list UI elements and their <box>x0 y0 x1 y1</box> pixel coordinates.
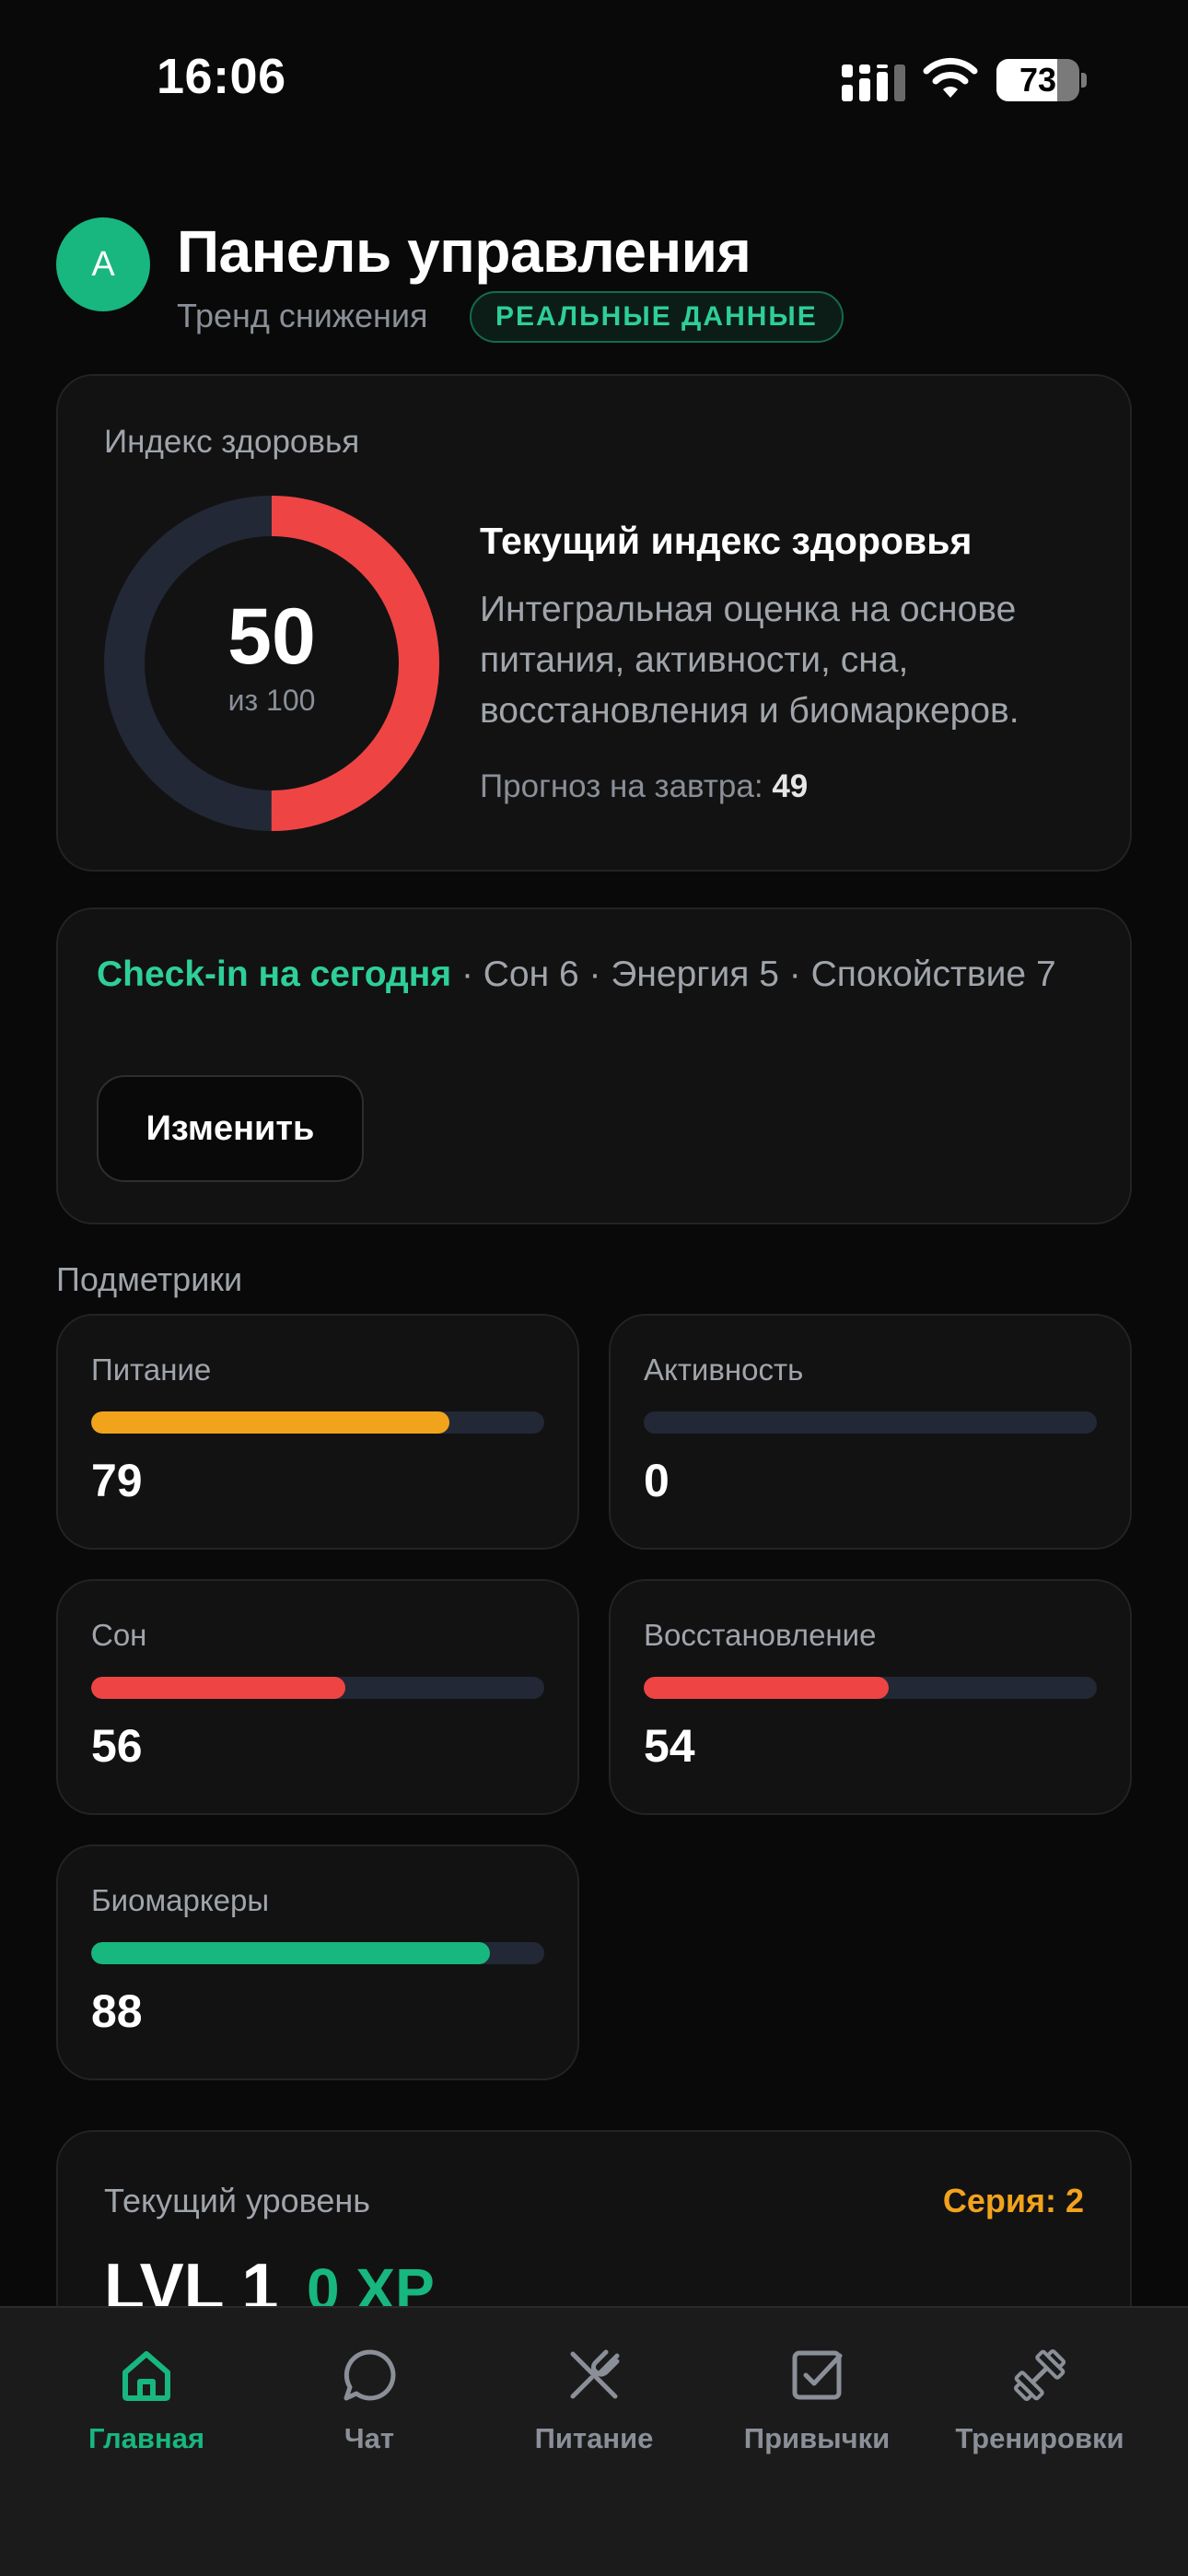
dashboard-screen: 16:06 73 A Панель управления Тренд сниже… <box>0 0 1188 2576</box>
status-bar: 16:06 73 <box>0 0 1188 157</box>
home-icon <box>122 2351 170 2401</box>
tab-label: Привычки <box>743 2422 891 2454</box>
page-title: Панель управления <box>177 218 751 285</box>
checkin-card: Check-in на сегодня · Сон 6 · Энергия 5 … <box>56 907 1132 1224</box>
submetric-progress-track <box>91 1411 544 1434</box>
tab-nutrition[interactable]: Питание <box>475 2345 713 2474</box>
health-index-description: Интегральная оценка на основе питания, а… <box>480 590 1019 731</box>
submetric-progress-track <box>644 1677 1097 1699</box>
checkin-title: Check-in на сегодня <box>97 954 452 994</box>
submetric-value: 56 <box>91 1720 143 1772</box>
health-index-value: 50 <box>227 592 316 681</box>
streak-counter: Серия: 2 <box>942 2182 1084 2219</box>
submetric-value: 88 <box>91 1985 143 2037</box>
submetric-progress-fill <box>91 1411 449 1434</box>
submetric-label: Активность <box>644 1352 804 1387</box>
submetric-progress-track <box>91 1942 544 1964</box>
tab-label: Тренировки <box>955 2422 1124 2454</box>
status-time: 16:06 <box>157 49 286 104</box>
level-label: Текущий уровень <box>104 2182 371 2219</box>
battery-icon: 73 <box>996 59 1087 101</box>
submetric-progress-fill <box>91 1677 345 1699</box>
real-data-badge: РЕАЛЬНЫЕ ДАННЫЕ <box>470 291 844 343</box>
submetrics-section-label: Подметрики <box>56 1260 243 1298</box>
avatar[interactable]: A <box>56 217 150 311</box>
health-index-card-title: Индекс здоровья <box>104 424 360 460</box>
forecast-label: Прогноз на завтра: <box>480 768 763 804</box>
dumbbell-icon <box>1013 2348 1066 2402</box>
checkbox-icon <box>792 2350 843 2400</box>
health-index-heading: Текущий индекс здоровья <box>480 520 973 562</box>
submetric-progress-fill <box>91 1942 490 1964</box>
submetric-label: Питание <box>91 1352 212 1387</box>
trend-label: Тренд снижения <box>177 297 428 334</box>
submetric-label: Восстановление <box>644 1618 877 1652</box>
submetric-progress-track <box>91 1677 544 1699</box>
tab-workouts[interactable]: Тренировки <box>921 2345 1159 2474</box>
edit-checkin-button[interactable]: Изменить <box>97 1075 364 1182</box>
tab-bar: Главная Чат Питание Привычки Тренировки <box>0 2306 1188 2576</box>
chat-icon <box>344 2349 396 2401</box>
submetric-value: 0 <box>644 1455 670 1506</box>
tab-label: Чат <box>344 2422 395 2454</box>
fork-knife-icon <box>570 2349 620 2399</box>
checkin-details: · Сон 6 · Энергия 5 · Спокойствие 7 <box>451 954 1056 994</box>
tab-chat[interactable]: Чат <box>250 2345 488 2474</box>
submetric-progress-track <box>644 1411 1097 1434</box>
submetric-label: Сон <box>91 1618 147 1652</box>
submetric-card-recovery[interactable]: Восстановление 54 <box>609 1579 1132 1815</box>
submetric-progress-fill <box>644 1677 889 1699</box>
submetric-card-nutrition[interactable]: Питание 79 <box>56 1314 579 1550</box>
checkin-summary: Check-in на сегодня · Сон 6 · Энергия 5 … <box>97 950 1101 1000</box>
submetric-card-activity[interactable]: Активность 0 <box>609 1314 1132 1550</box>
forecast-value: 49 <box>772 768 809 804</box>
battery-percent: 73 <box>1019 61 1057 99</box>
tab-label: Питание <box>534 2422 654 2454</box>
health-index-max: из 100 <box>227 684 316 717</box>
cellular-signal-icon <box>842 64 905 101</box>
submetric-value: 54 <box>644 1720 695 1772</box>
tab-home[interactable]: Главная <box>28 2345 265 2474</box>
submetric-value: 79 <box>91 1455 143 1506</box>
submetric-label: Биомаркеры <box>91 1883 270 1917</box>
forecast: Прогноз на завтра: 49 <box>480 768 808 805</box>
submetric-card-biomarkers[interactable]: Биомаркеры 88 <box>56 1844 579 2080</box>
tab-habits[interactable]: Привычки <box>698 2345 936 2474</box>
submetric-card-sleep[interactable]: Сон 56 <box>56 1579 579 1815</box>
health-index-card: Индекс здоровья 50 из 100 Текущий индекс… <box>56 374 1132 872</box>
wifi-icon <box>923 57 978 98</box>
tab-label: Главная <box>87 2422 205 2454</box>
